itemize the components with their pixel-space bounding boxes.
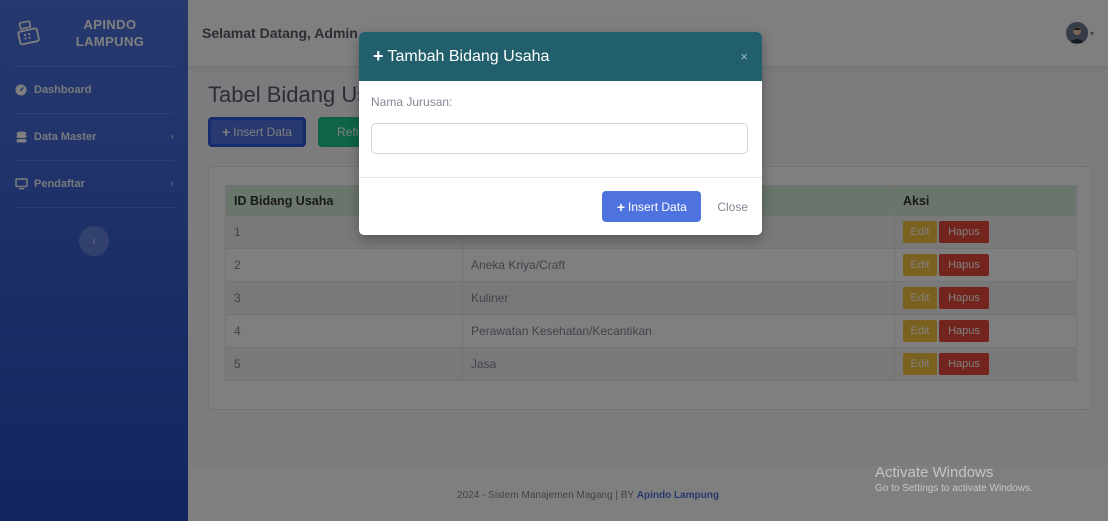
plus-icon: +: [373, 46, 384, 66]
modal-title: Tambah Bidang Usaha: [387, 47, 550, 65]
close-icon[interactable]: ×: [740, 49, 748, 64]
watermark-title: Activate Windows: [875, 464, 994, 481]
modal-insert-data-button[interactable]: + Insert Data: [602, 191, 702, 222]
tambah-bidang-usaha-modal: + Tambah Bidang Usaha × Nama Jurusan: + …: [359, 32, 762, 235]
activate-windows-watermark: Activate Windows Go to Settings to activ…: [875, 464, 1033, 494]
modal-footer: + Insert Data Close: [359, 178, 762, 235]
nama-jurusan-input[interactable]: [371, 123, 748, 154]
modal-close-button[interactable]: Close: [717, 200, 748, 214]
modal-header: + Tambah Bidang Usaha ×: [359, 32, 762, 81]
plus-icon: +: [616, 198, 626, 215]
nama-jurusan-label: Nama Jurusan:: [371, 95, 453, 109]
modal-insert-label: Insert Data: [628, 199, 687, 214]
watermark-subtitle: Go to Settings to activate Windows.: [875, 483, 1033, 494]
modal-body: Nama Jurusan:: [359, 81, 762, 178]
